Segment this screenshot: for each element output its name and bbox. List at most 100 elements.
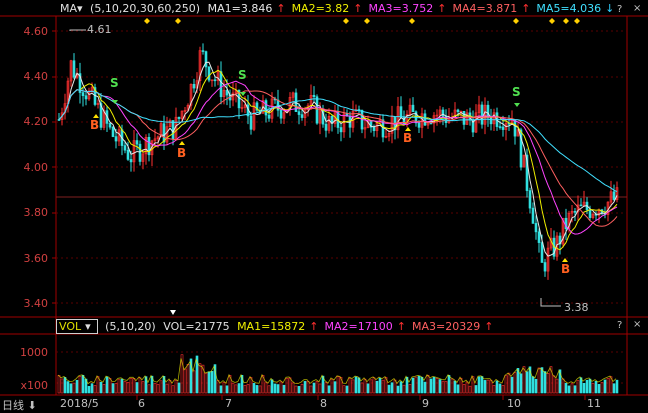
arrow-up-icon: ↑ bbox=[521, 2, 531, 15]
volume-bar-down bbox=[255, 385, 259, 394]
buy-signal[interactable]: B bbox=[90, 118, 99, 132]
sell-signal[interactable]: S bbox=[110, 76, 119, 90]
volume-bar-down bbox=[312, 382, 316, 394]
volume-bar-up bbox=[132, 378, 136, 394]
volume-bar-down bbox=[99, 381, 103, 394]
candle-down bbox=[123, 145, 127, 151]
vol-close-icon[interactable]: × bbox=[633, 319, 641, 330]
volume-bar-down bbox=[387, 384, 391, 394]
candle-down bbox=[573, 211, 577, 213]
buy-signal[interactable]: B bbox=[561, 262, 570, 276]
candle-down bbox=[501, 126, 505, 130]
vol-help-icon[interactable]: ? bbox=[617, 320, 622, 331]
volume-bar-down bbox=[177, 382, 181, 394]
candle-down bbox=[372, 126, 376, 132]
volume-bar-up bbox=[174, 379, 178, 394]
volume-bar-down bbox=[327, 385, 331, 394]
ma-value-text: MA1=3.846 bbox=[207, 2, 273, 15]
volume-bar-down bbox=[219, 385, 223, 394]
buy-signal[interactable]: B bbox=[403, 131, 412, 145]
candle-down bbox=[300, 114, 304, 118]
volume-bar-up bbox=[192, 370, 196, 394]
volume-bar-down bbox=[525, 371, 529, 394]
vol-value: VOL=21775 bbox=[163, 320, 230, 333]
volume-bar-up bbox=[369, 379, 373, 394]
volume-bar-down bbox=[270, 379, 274, 394]
volume-bar-up bbox=[279, 381, 283, 394]
volume-bar-up bbox=[552, 375, 556, 394]
volume-bar-up bbox=[576, 380, 580, 394]
volume-bar-up bbox=[57, 375, 61, 394]
buy-signal[interactable]: B bbox=[177, 146, 186, 160]
volume-bar-up bbox=[318, 383, 322, 394]
volume-bar-up bbox=[450, 378, 454, 394]
volume-bar-down bbox=[603, 379, 607, 394]
volume-bar-up bbox=[114, 383, 118, 394]
volume-bar-down bbox=[225, 385, 229, 394]
volume-bar-up bbox=[168, 380, 172, 394]
candle-down bbox=[135, 140, 139, 145]
volume-bar-down bbox=[357, 377, 361, 394]
volume-tick: 1000 bbox=[20, 346, 48, 359]
event-diamond-icon bbox=[364, 18, 370, 24]
candle-down bbox=[441, 109, 445, 117]
vol-params: (5,10,20) bbox=[105, 320, 156, 333]
candle-down bbox=[138, 143, 142, 162]
volume-bar-up bbox=[381, 379, 385, 394]
volume-bar-up bbox=[492, 384, 496, 394]
candle-down bbox=[579, 204, 583, 207]
vol-indicator-button[interactable]: VOL ▾ bbox=[56, 319, 98, 334]
volume-bar-down bbox=[564, 382, 568, 394]
volume-bar-down bbox=[66, 381, 70, 394]
candle-down bbox=[111, 126, 115, 137]
volume-bar-up bbox=[570, 383, 574, 394]
sell-signal[interactable]: S bbox=[512, 85, 521, 99]
candle-down bbox=[324, 123, 328, 131]
candle-down bbox=[213, 79, 217, 82]
event-diamond-icon bbox=[144, 18, 150, 24]
volume-bar-down bbox=[396, 385, 400, 394]
volume-bar-down bbox=[111, 383, 115, 394]
volume-bar-down bbox=[483, 380, 487, 394]
date-tick: 7 bbox=[225, 397, 232, 410]
candle-down bbox=[588, 209, 592, 218]
stock-chart-canvas[interactable] bbox=[0, 0, 648, 411]
volume-bar-down bbox=[303, 381, 307, 394]
sell-signal[interactable]: S bbox=[238, 68, 247, 82]
volume-bar-down bbox=[585, 379, 589, 394]
volume-bar-down bbox=[588, 378, 592, 394]
volume-bar-down bbox=[420, 376, 424, 394]
volume-bar-up bbox=[198, 363, 202, 394]
volume-bar-down bbox=[429, 378, 433, 394]
candle-down bbox=[612, 191, 616, 200]
volume-bar-down bbox=[297, 385, 301, 394]
volume-bar-up bbox=[267, 385, 271, 394]
vol-ma-value: MA3=20329 ↑ bbox=[412, 320, 499, 333]
volume-bar-up bbox=[264, 382, 268, 394]
event-diamond-icon bbox=[409, 18, 415, 24]
volume-bar-up bbox=[414, 376, 418, 394]
volume-bar-down bbox=[411, 377, 415, 394]
candle-down bbox=[114, 136, 118, 142]
event-diamond-icon bbox=[574, 18, 580, 24]
candle-down bbox=[201, 50, 205, 52]
candle-down bbox=[531, 207, 535, 224]
volume-bar-down bbox=[540, 367, 544, 394]
volume-bar-up bbox=[183, 368, 187, 394]
close-icon[interactable]: × bbox=[633, 3, 641, 14]
volume-bar-up bbox=[363, 378, 367, 394]
candle-down bbox=[528, 190, 532, 209]
volume-bar-down bbox=[480, 376, 484, 394]
candle-down bbox=[81, 92, 85, 97]
help-icon[interactable]: ? bbox=[617, 4, 622, 15]
event-diamond-icon bbox=[563, 18, 569, 24]
volume-bar-up bbox=[171, 385, 175, 394]
volume-bar-down bbox=[495, 380, 499, 394]
volume-bar-up bbox=[309, 385, 313, 394]
volume-bar-down bbox=[345, 385, 349, 394]
sell-arrow-icon bbox=[514, 103, 520, 107]
high-price-label: 4.61 bbox=[87, 23, 112, 36]
candle-down bbox=[399, 106, 403, 118]
ma-dropdown-icon[interactable]: ▾ bbox=[77, 2, 83, 15]
ma-indicator-name[interactable]: MA bbox=[60, 2, 77, 15]
